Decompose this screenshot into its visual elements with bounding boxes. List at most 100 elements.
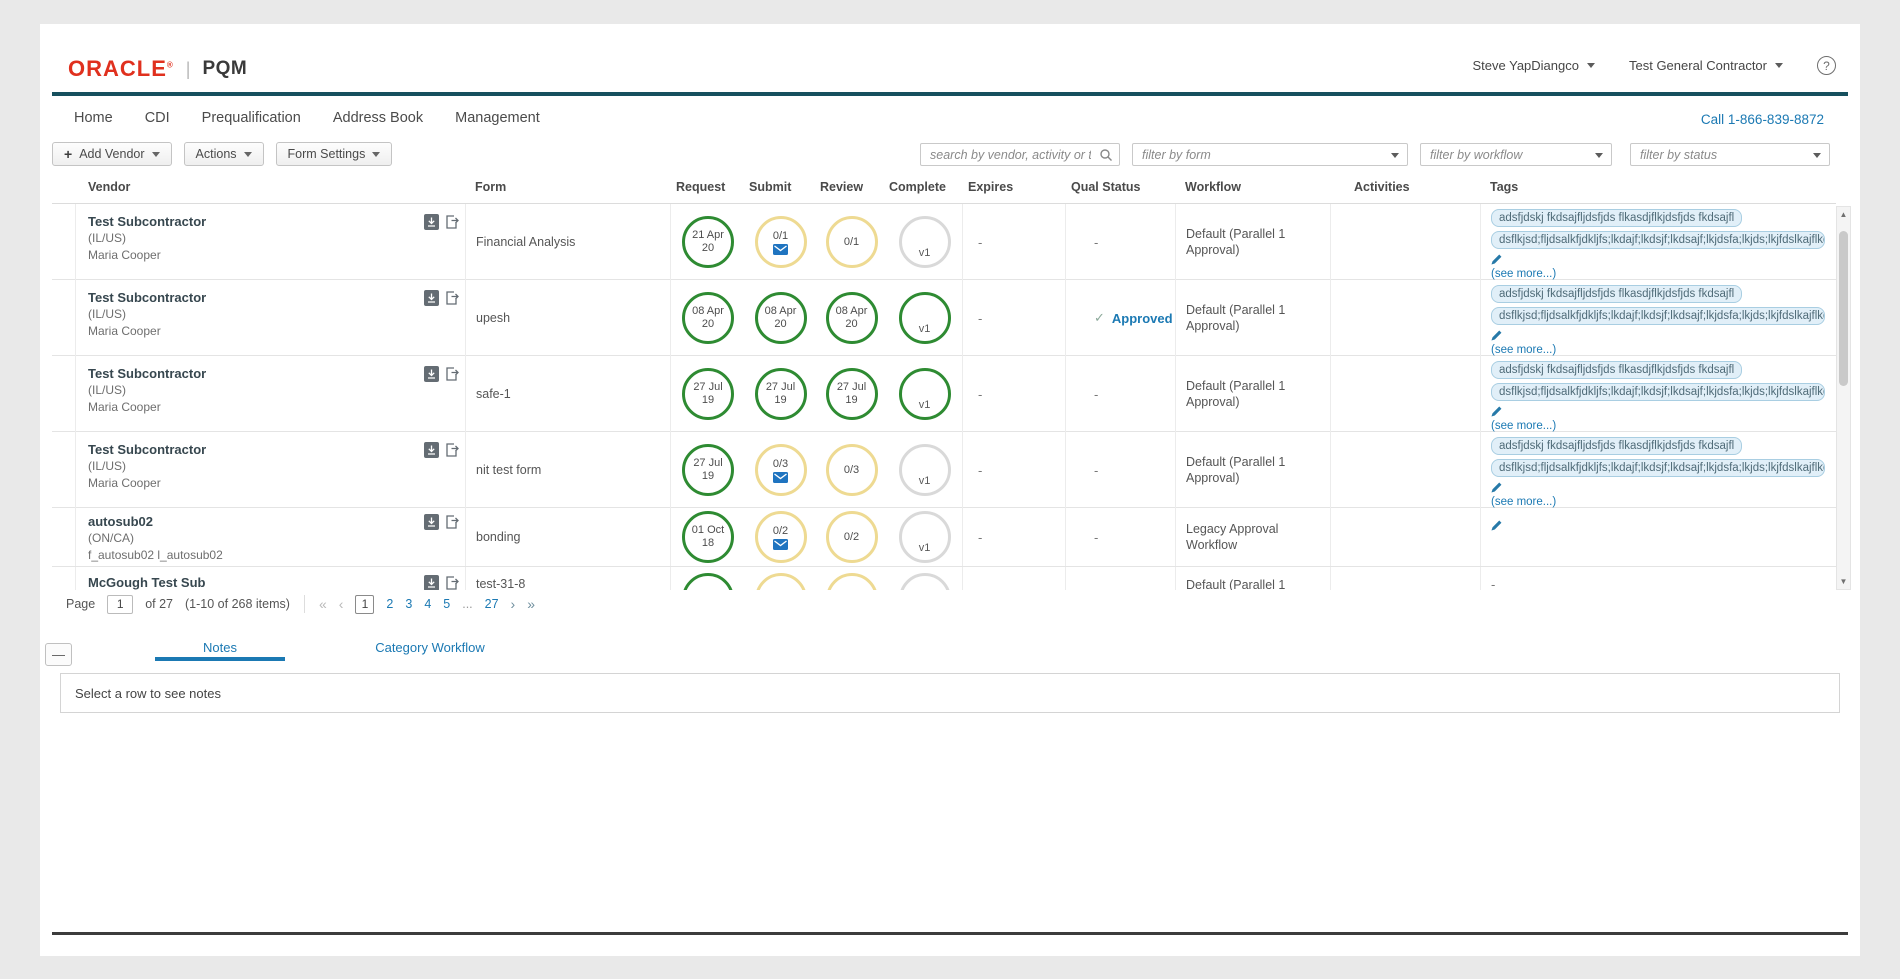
nav-cdi[interactable]: CDI (145, 110, 170, 126)
export-pdf-icon[interactable] (424, 214, 439, 230)
filter-by-workflow-dropdown[interactable]: filter by workflow (1420, 143, 1612, 166)
scrollbar-thumb[interactable] (1839, 231, 1848, 386)
complete-cell[interactable]: v1 (887, 356, 962, 432)
submit-cell[interactable]: 08 Apr20 (745, 280, 816, 356)
page-4-button[interactable]: 4 (424, 597, 431, 611)
review-cell[interactable]: 0/3 (816, 567, 887, 590)
complete-cell[interactable]: v1 (887, 280, 962, 356)
nav-home[interactable]: Home (74, 110, 113, 126)
export-pdf-icon[interactable] (424, 366, 439, 382)
submit-cell[interactable]: 27 Jul19 (745, 356, 816, 432)
export-pdf-icon[interactable] (424, 442, 439, 458)
search-input[interactable] (921, 144, 1091, 165)
request-cell[interactable]: 27 Jul19 (670, 356, 745, 432)
request-cell[interactable]: 08 Apr20 (670, 280, 745, 356)
col-activities[interactable]: Activities (1330, 170, 1480, 203)
tab-notes[interactable]: Notes (155, 638, 285, 661)
edit-tags-pencil-icon[interactable] (1491, 482, 1502, 493)
vendor-name[interactable]: Test Subcontractor (88, 290, 465, 305)
page-5-button[interactable]: 5 (443, 597, 450, 611)
form-name[interactable]: Financial Analysis (465, 204, 670, 280)
submit-cell[interactable]: 0/1 (745, 204, 816, 280)
nav-address-book[interactable]: Address Book (333, 110, 423, 126)
request-cell[interactable]: 21 Apr20 (670, 204, 745, 280)
col-complete[interactable]: Complete (887, 170, 962, 203)
request-cell[interactable]: 27 Jul19 (670, 432, 745, 508)
filter-by-status-dropdown[interactable]: filter by status (1630, 143, 1830, 166)
prev-page-button[interactable]: ‹ (339, 596, 344, 612)
submit-cell[interactable]: 0/2 (745, 508, 816, 566)
col-workflow[interactable]: Workflow (1175, 170, 1330, 203)
submit-cell[interactable]: 0/3 (745, 432, 816, 508)
current-page-button[interactable]: 1 (355, 595, 374, 614)
collapse-panel-button[interactable]: — (45, 643, 72, 666)
col-expires[interactable]: Expires (962, 170, 1065, 203)
complete-cell[interactable]: v1 (887, 508, 962, 566)
complete-cell[interactable]: v1 (887, 432, 962, 508)
tag-pill[interactable]: dsflkjsd;fljdsalkfjdkljfs;lkdajf;lkdsjf;… (1491, 459, 1825, 477)
col-qual-status[interactable]: Qual Status (1065, 170, 1175, 203)
review-cell[interactable]: 27 Jul19 (816, 356, 887, 432)
edit-tags-pencil-icon[interactable] (1491, 520, 1502, 531)
user-menu[interactable]: Steve YapDiangco (1473, 58, 1595, 73)
last-page-button[interactable]: » (527, 596, 535, 612)
edit-tags-pencil-icon[interactable] (1491, 254, 1502, 265)
form-name[interactable]: test-31-8 (465, 567, 670, 590)
help-icon[interactable]: ? (1817, 56, 1836, 75)
export-pdf-icon[interactable] (424, 290, 439, 306)
export-pdf-icon[interactable] (424, 575, 439, 590)
form-name[interactable]: safe-1 (465, 356, 670, 432)
filter-by-form-dropdown[interactable]: filter by form (1132, 143, 1408, 166)
submit-cell[interactable]: 0/3 (745, 567, 816, 590)
see-more-link[interactable]: (see more...) (1491, 344, 1556, 356)
table-row[interactable]: autosub02 (ON/CA) f_autosub02 l_autosub0… (52, 508, 1836, 567)
search-icon[interactable] (1099, 148, 1113, 167)
vendor-name[interactable]: autosub02 (88, 514, 465, 529)
see-more-link[interactable]: (see more...) (1491, 420, 1556, 432)
add-vendor-button[interactable]: + Add Vendor (52, 142, 172, 166)
vendor-name[interactable]: Test Subcontractor (88, 442, 465, 457)
request-cell[interactable]: 01 Oct18 (670, 508, 745, 566)
col-vendor[interactable]: Vendor (76, 170, 465, 203)
table-row[interactable]: McGough Test Sub (MN/US) test-31-8 31 Au… (52, 567, 1836, 590)
complete-cell[interactable] (887, 567, 962, 590)
table-row[interactable]: Test Subcontractor (IL/US) Maria Cooper … (52, 432, 1836, 508)
first-page-button[interactable]: « (319, 596, 327, 612)
open-form-icon[interactable] (444, 575, 459, 590)
table-scrollbar[interactable]: ▲ ▼ (1836, 206, 1851, 590)
open-form-icon[interactable] (444, 290, 459, 306)
edit-tags-pencil-icon[interactable] (1491, 330, 1502, 341)
open-form-icon[interactable] (444, 366, 459, 382)
form-name[interactable]: upesh (465, 280, 670, 356)
col-review[interactable]: Review (816, 170, 887, 203)
see-more-link[interactable]: (see more...) (1491, 268, 1556, 280)
scroll-up-icon[interactable]: ▲ (1837, 210, 1850, 219)
tab-category-workflow[interactable]: Category Workflow (345, 638, 515, 661)
tag-pill[interactable]: adsfjdskj fkdsajfljdsfjds flkasdjflkjdsf… (1491, 209, 1742, 227)
page-2-button[interactable]: 2 (386, 597, 393, 611)
tag-pill[interactable]: dsflkjsd;fljdsalkfjdkljfs;lkdajf;lkdsjf;… (1491, 383, 1825, 401)
tag-pill[interactable]: adsfjdskj fkdsajfljdsfjds flkasdjflkjdsf… (1491, 285, 1742, 303)
col-submit[interactable]: Submit (745, 170, 816, 203)
open-form-icon[interactable] (444, 514, 459, 530)
review-cell[interactable]: 0/3 (816, 432, 887, 508)
nav-prequalification[interactable]: Prequalification (202, 110, 301, 126)
form-settings-button[interactable]: Form Settings (276, 142, 393, 166)
complete-cell[interactable]: v1 (887, 204, 962, 280)
table-row[interactable]: Test Subcontractor (IL/US) Maria Cooper … (52, 204, 1836, 280)
edit-tags-pencil-icon[interactable] (1491, 406, 1502, 417)
tag-pill[interactable]: dsflkjsd;fljdsalkfjdkljfs;lkdajf;lkdsjf;… (1491, 231, 1825, 249)
review-cell[interactable]: 0/1 (816, 204, 887, 280)
table-row[interactable]: Test Subcontractor (IL/US) Maria Cooper … (52, 356, 1836, 432)
scroll-down-icon[interactable]: ▼ (1837, 577, 1850, 586)
export-pdf-icon[interactable] (424, 514, 439, 530)
review-cell[interactable]: 08 Apr20 (816, 280, 887, 356)
next-page-button[interactable]: › (511, 596, 516, 612)
tag-pill[interactable]: adsfjdskj fkdsajfljdsfjds flkasdjflkjdsf… (1491, 437, 1742, 455)
page-27-button[interactable]: 27 (485, 597, 499, 611)
page-number-input[interactable] (107, 595, 133, 614)
page-3-button[interactable]: 3 (405, 597, 412, 611)
open-form-icon[interactable] (444, 214, 459, 230)
org-menu[interactable]: Test General Contractor (1629, 58, 1783, 73)
form-name[interactable]: bonding (465, 508, 670, 566)
